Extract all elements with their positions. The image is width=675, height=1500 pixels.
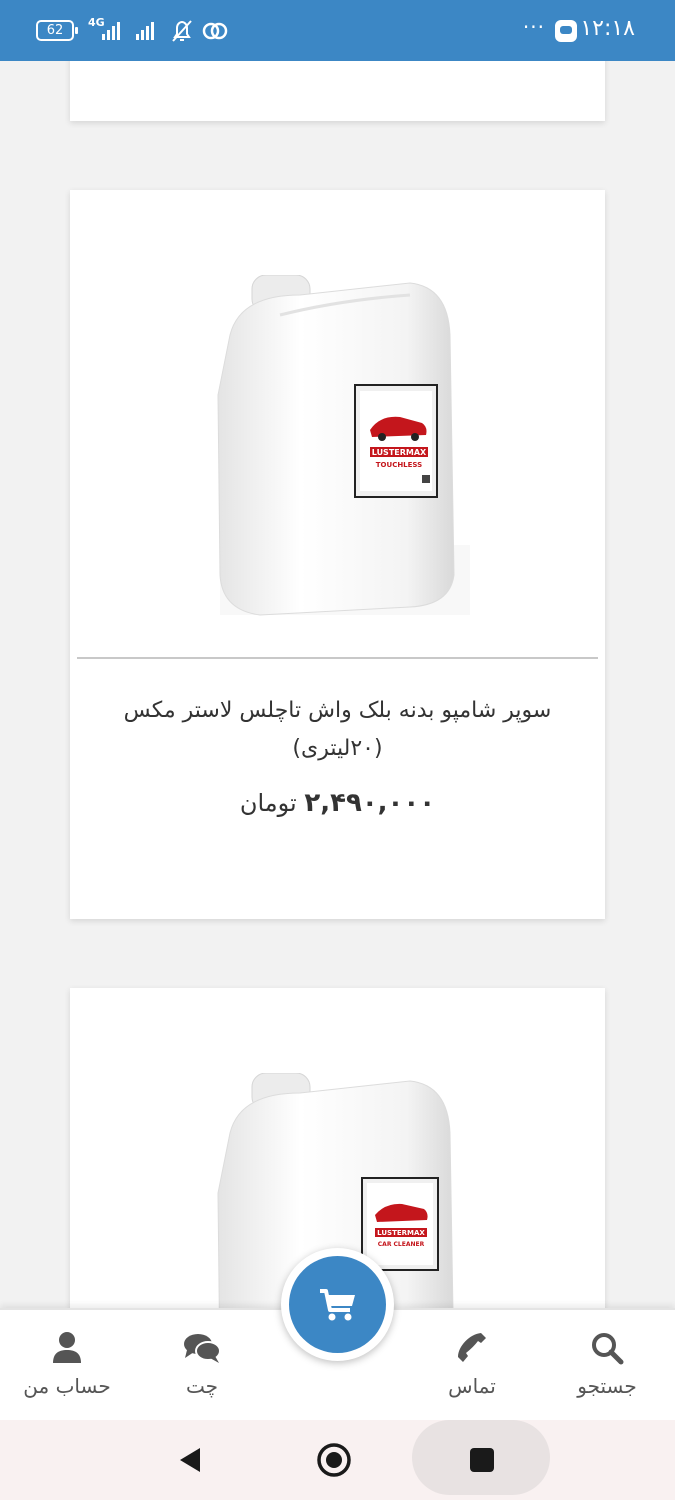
back-button[interactable] xyxy=(160,1420,220,1500)
next-label-brand: LUSTERMAX xyxy=(377,1229,425,1237)
nav-account-label: حساب من xyxy=(23,1374,111,1398)
nav-account[interactable]: حساب من xyxy=(7,1328,127,1398)
home-icon xyxy=(317,1443,351,1477)
card-divider xyxy=(77,657,598,659)
status-bar: ۱۲:۱۸ ··· 62 4G xyxy=(0,0,675,61)
next-label-line: CAR CLEANER xyxy=(378,1241,425,1248)
signal-icon xyxy=(102,22,120,40)
product-label-line: TOUCHLESS xyxy=(376,461,422,469)
search-icon xyxy=(592,1333,624,1365)
system-navigation-bar xyxy=(0,1420,675,1500)
price-amount: ۲,۴۹۰,۰۰۰ xyxy=(304,788,436,818)
phone-icon xyxy=(458,1333,486,1362)
mute-bell-icon xyxy=(172,20,192,42)
link-icon xyxy=(202,22,228,40)
nav-chat-label: چت xyxy=(185,1374,218,1398)
home-button[interactable] xyxy=(304,1420,364,1500)
recent-apps-button[interactable] xyxy=(452,1420,512,1500)
signal-icon-2 xyxy=(136,22,154,40)
back-icon xyxy=(180,1448,200,1472)
product-card[interactable]: LUSTERMAX TOUCHLESS سوپر شامپو بدنه بلک … xyxy=(70,190,605,919)
nav-search[interactable]: جستجو xyxy=(547,1328,667,1398)
nav-contact[interactable]: تماس xyxy=(412,1328,532,1398)
cart-button[interactable] xyxy=(281,1248,394,1361)
product-title[interactable]: سوپر شامپو بدنه بلک واش تاچلس لاستر مکس … xyxy=(100,692,575,768)
nav-chat[interactable]: چت xyxy=(142,1328,262,1398)
message-notification-icon xyxy=(555,20,577,42)
cart-icon xyxy=(319,1288,355,1320)
more-notifications-icon: ··· xyxy=(522,15,545,39)
price-currency: تومان xyxy=(239,789,297,817)
product-card-previous[interactable] xyxy=(70,61,605,121)
product-list[interactable]: LUSTERMAX TOUCHLESS سوپر شامپو بدنه بلک … xyxy=(0,61,675,1308)
user-icon xyxy=(53,1332,81,1363)
chat-icon xyxy=(184,1334,221,1363)
status-time: ۱۲:۱۸ xyxy=(580,16,635,41)
recent-apps-icon xyxy=(470,1448,494,1472)
battery-icon: 62 xyxy=(36,20,78,41)
nav-contact-label: تماس xyxy=(448,1374,496,1398)
product-label-brand: LUSTERMAX xyxy=(372,448,427,457)
product-image[interactable]: LUSTERMAX TOUCHLESS xyxy=(210,275,470,635)
product-price: ۲,۴۹۰,۰۰۰ تومان xyxy=(70,788,605,818)
nav-search-label: جستجو xyxy=(577,1374,637,1398)
